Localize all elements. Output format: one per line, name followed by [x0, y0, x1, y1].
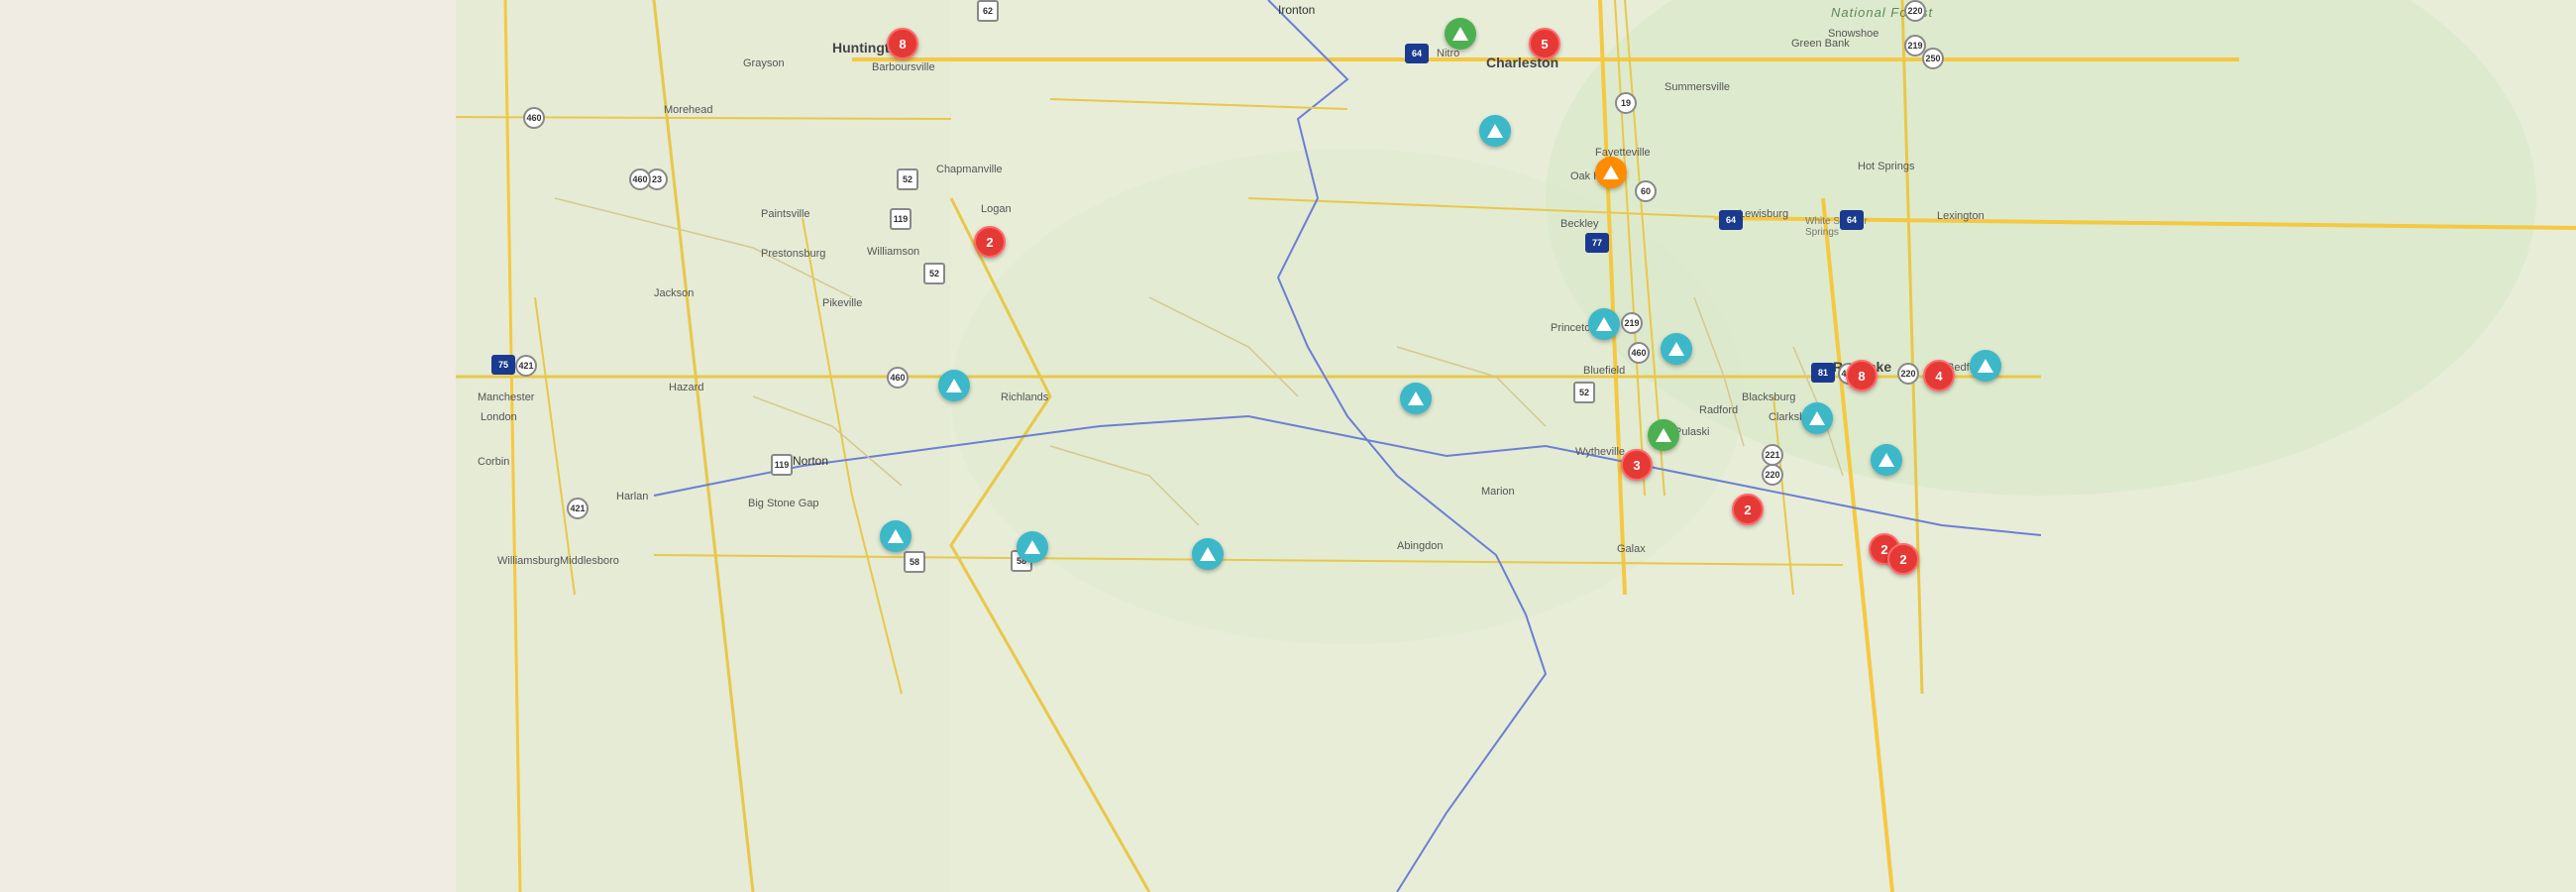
left-panel: [0, 0, 456, 892]
marker-blue-triangle-bluefield[interactable]: [1661, 333, 1692, 365]
marker-red-5-charleston[interactable]: 5: [1529, 28, 1560, 59]
marker-red-8-huntington[interactable]: 8: [887, 28, 918, 59]
shield-i64-east: 64: [1719, 210, 1743, 230]
shield-us220-north: 220: [1904, 0, 1926, 22]
marker-blue-triangle-martinsville[interactable]: [1871, 444, 1902, 476]
shield-i75: 75: [491, 355, 515, 375]
city-ironton: Ironton: [1278, 3, 1315, 17]
marker-red-2-martinsville[interactable]: 2: [1887, 543, 1919, 575]
marker-blue-triangle-abingdon-east[interactable]: [1017, 531, 1048, 563]
marker-red-2-galax[interactable]: 2: [1732, 494, 1764, 525]
shield-us220: 220: [1897, 363, 1919, 385]
shield-i77: 77: [1585, 233, 1609, 253]
shield-us460-va: 460: [1628, 342, 1650, 364]
marker-blue-triangle-pike[interactable]: [938, 370, 970, 401]
shield-62: 62: [977, 0, 999, 22]
marker-red-4-bedford[interactable]: 4: [1923, 360, 1955, 391]
marker-red-8-roanoke[interactable]: 8: [1846, 360, 1878, 391]
marker-red-3-wytheville[interactable]: 3: [1621, 449, 1653, 481]
shield-us421-south: 421: [567, 498, 589, 519]
map-area[interactable]: Ironton Huntington Barboursville Grayson…: [456, 0, 2576, 892]
shield-52-south: 52: [1573, 382, 1595, 403]
marker-blue-triangle-princeton[interactable]: [1588, 308, 1620, 340]
shield-i64-far-east: 64: [1840, 210, 1864, 230]
shield-i81: 81: [1811, 363, 1835, 383]
marker-blue-triangle-forest[interactable]: [1970, 350, 2001, 382]
marker-green-triangle-wytheville[interactable]: [1648, 419, 1679, 451]
shield-us60: 60: [1635, 180, 1657, 202]
marker-green-triangle-nitro[interactable]: [1445, 18, 1476, 50]
shield-us460-east: 460: [887, 367, 909, 389]
shield-us19: 19: [1615, 92, 1637, 114]
map-container: Ironton Huntington Barboursville Grayson…: [0, 0, 2576, 892]
map-svg: [456, 0, 2576, 892]
shield-52-center: 52: [923, 263, 945, 284]
marker-blue-triangle-clarksburg[interactable]: [1801, 402, 1833, 434]
marker-blue-triangle-marion-south[interactable]: [1192, 538, 1224, 570]
shield-us460-mid: 460: [629, 168, 651, 190]
shield-i64: 64: [1405, 44, 1429, 63]
marker-blue-triangle-wv-center[interactable]: [1479, 115, 1511, 147]
shield-52-left: 52: [897, 168, 918, 190]
marker-blue-triangle-richlands[interactable]: [1400, 383, 1432, 414]
shield-58: 58: [904, 551, 925, 573]
shield-us250: 250: [1922, 48, 1944, 69]
city-norton: Norton: [793, 454, 828, 468]
shield-119: 119: [890, 208, 912, 230]
marker-blue-triangle-abingdon[interactable]: [880, 520, 912, 552]
shield-us421: 421: [515, 355, 537, 377]
marker-red-2-williamson[interactable]: 2: [974, 226, 1006, 258]
shield-us220-south: 220: [1762, 464, 1783, 486]
shield-us221: 221: [1762, 444, 1783, 466]
shield-us460-left: 460: [523, 107, 545, 129]
shield-119-south: 119: [771, 454, 793, 476]
marker-orange-triangle-oakhill[interactable]: [1595, 157, 1627, 188]
shield-us219: 219: [1621, 312, 1643, 334]
